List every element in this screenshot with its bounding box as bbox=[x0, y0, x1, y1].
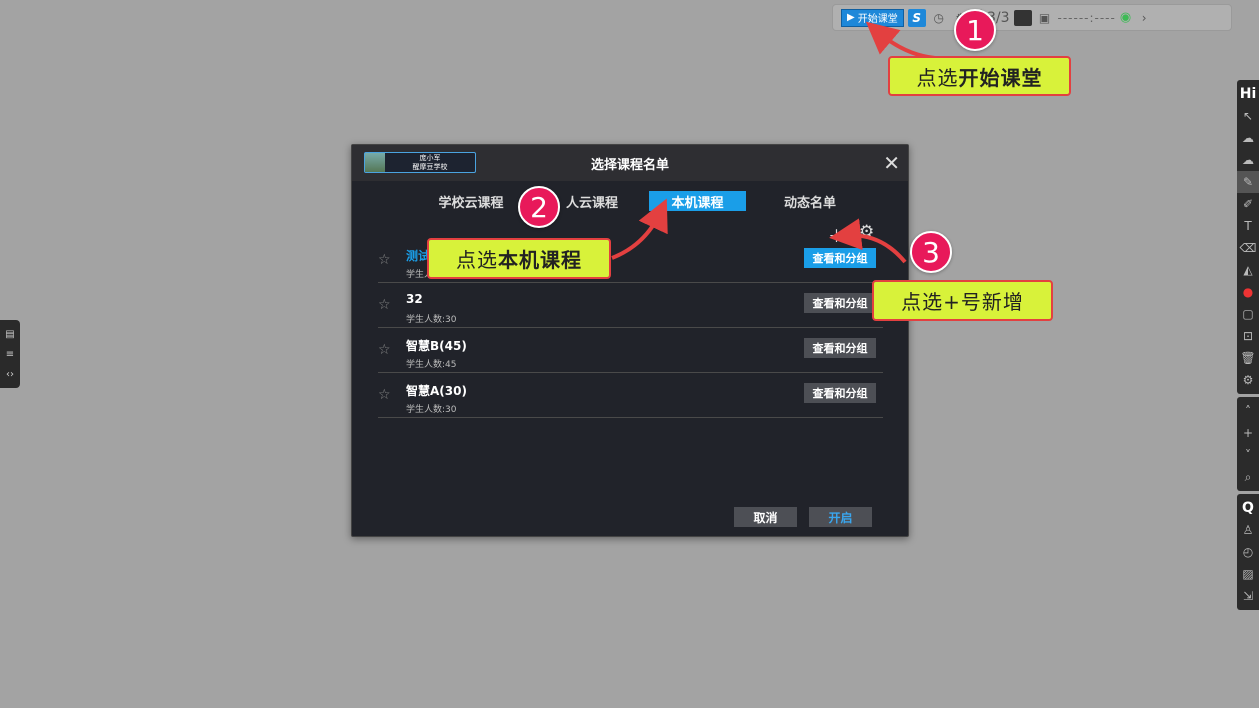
school-name: 庞小军 醒摩豆学校 bbox=[412, 153, 448, 171]
gear-icon[interactable]: ⚙ bbox=[1237, 369, 1259, 391]
callout-start-class: 点选 开始课堂 bbox=[888, 56, 1071, 96]
tab-local-course[interactable]: 本机课程 bbox=[649, 191, 746, 211]
star-icon[interactable]: ☆ bbox=[378, 252, 391, 268]
view-group-button[interactable]: 查看和分组 bbox=[804, 293, 876, 313]
fill-icon[interactable]: ◭ bbox=[1237, 259, 1259, 281]
school-picture bbox=[365, 153, 385, 172]
file-icon[interactable]: ▤ bbox=[5, 329, 14, 340]
user-icon[interactable]: ♙ bbox=[1237, 519, 1259, 541]
step-badge-3: 3 bbox=[910, 231, 952, 273]
callout-local-course: 点选 本机课程 bbox=[427, 238, 611, 279]
list-item[interactable]: ☆ 智慧B(45) 学生人数:45 查看和分组 bbox=[378, 328, 883, 373]
drawing-tools-group: Hi ↖ ☁ ☁ ✎ ✐ T ⌫ ◭ ● ▢ ⊡ 🗑 ⚙ bbox=[1237, 80, 1259, 394]
view-group-button[interactable]: 查看和分组 bbox=[804, 338, 876, 358]
qrcode-icon[interactable]: ▣ bbox=[1036, 9, 1054, 27]
step-badge-1: 1 bbox=[954, 9, 996, 51]
clock-icon[interactable]: ◷ bbox=[930, 9, 948, 27]
student-count: 学生人数:45 bbox=[406, 360, 457, 370]
cursor-icon[interactable]: ↖ bbox=[1237, 105, 1259, 127]
palette-icon[interactable]: ● bbox=[1237, 281, 1259, 303]
text-icon[interactable]: T bbox=[1237, 215, 1259, 237]
list-item[interactable]: ☆ 32 学生人数:30 查看和分组 bbox=[378, 283, 883, 328]
view-group-button[interactable]: 查看和分组 bbox=[804, 383, 876, 403]
time-display: ------:---- bbox=[1057, 10, 1116, 25]
chevron-down-icon[interactable]: ˅ bbox=[1237, 444, 1259, 466]
course-name: 32 bbox=[406, 292, 423, 306]
tab-dynamic-list[interactable]: 动态名单 bbox=[766, 191, 854, 211]
course-name: 智慧A(30) bbox=[406, 384, 467, 398]
student-count: 学生人数:30 bbox=[406, 315, 457, 325]
trash-icon[interactable]: 🗑 bbox=[1237, 347, 1259, 369]
list-icon[interactable]: ≡ bbox=[6, 349, 14, 360]
q-label[interactable]: Q bbox=[1237, 497, 1259, 519]
right-toolbar: Hi ↖ ☁ ☁ ✎ ✐ T ⌫ ◭ ● ▢ ⊡ 🗑 ⚙ ˄ + ˅ ⌕ Q ♙… bbox=[1237, 80, 1259, 630]
hi-label: Hi bbox=[1239, 86, 1257, 102]
stamp-icon[interactable]: ⊡ bbox=[1237, 325, 1259, 347]
marker-icon[interactable]: ✐ bbox=[1237, 193, 1259, 215]
dialog-header: 庞小军 醒摩豆学校 选择课程名单 ✕ bbox=[352, 145, 908, 181]
chevron-right-icon[interactable]: › bbox=[1135, 9, 1153, 27]
image-icon[interactable]: ▨ bbox=[1237, 563, 1259, 585]
course-tabs: 学校云课程 人云课程 本机课程 动态名单 bbox=[352, 191, 908, 213]
course-name: 智慧B(45) bbox=[406, 339, 467, 353]
close-icon[interactable]: ✕ bbox=[883, 151, 900, 175]
camera-icon[interactable] bbox=[1013, 9, 1032, 26]
cloud-outline-icon[interactable]: ☁ bbox=[1237, 149, 1259, 171]
left-side-panel[interactable]: ▤ ≡ ‹› bbox=[0, 320, 20, 388]
school-logo: 庞小军 醒摩豆学校 bbox=[364, 152, 476, 173]
s-app-icon[interactable]: S bbox=[907, 8, 926, 27]
cloud-icon[interactable]: ☁ bbox=[1237, 127, 1259, 149]
top-toolbar: ▶ 开始课堂 S ◷ ⚙ 🗋 3/3 ▣ ------:---- ◉ › bbox=[832, 4, 1232, 31]
signal-icon[interactable]: ◉ bbox=[1120, 10, 1131, 25]
start-class-label: 开始课堂 bbox=[857, 14, 898, 25]
course-select-dialog: 庞小军 醒摩豆学校 选择课程名单 ✕ 学校云课程 人云课程 本机课程 动态名单 … bbox=[351, 144, 909, 537]
view-group-button[interactable]: 查看和分组 bbox=[804, 248, 876, 268]
step-badge-2: 2 bbox=[518, 186, 560, 228]
arrow-1 bbox=[865, 21, 936, 60]
chevron-up-icon[interactable]: ˄ bbox=[1237, 400, 1259, 422]
pen-icon[interactable]: ✎ bbox=[1237, 171, 1259, 193]
list-item[interactable]: ☆ 智慧A(30) 学生人数:30 查看和分组 bbox=[378, 373, 883, 418]
play-icon: ▶ bbox=[847, 12, 855, 23]
zoom-icon[interactable]: ⌕ bbox=[1237, 466, 1259, 488]
open-button[interactable]: 开启 bbox=[809, 507, 872, 527]
code-icon[interactable]: ‹› bbox=[6, 369, 14, 380]
star-icon[interactable]: ☆ bbox=[378, 387, 391, 403]
star-icon[interactable]: ☆ bbox=[378, 342, 391, 358]
eraser-icon[interactable]: ⌫ bbox=[1237, 237, 1259, 259]
tab-personal-cloud[interactable]: 人云课程 bbox=[556, 191, 628, 211]
student-count: 学生人数:30 bbox=[406, 405, 457, 415]
dialog-title: 选择课程名单 bbox=[590, 157, 669, 173]
page-tools-group: ˄ + ˅ ⌕ bbox=[1237, 397, 1259, 491]
start-class-button[interactable]: ▶ 开始课堂 bbox=[841, 8, 904, 27]
cancel-button[interactable]: 取消 bbox=[734, 507, 797, 527]
export-icon[interactable]: ⇲ bbox=[1237, 585, 1259, 607]
tab-school-cloud[interactable]: 学校云课程 bbox=[424, 191, 518, 211]
callout-add-new: 点选+号新增 bbox=[872, 280, 1053, 321]
plus-icon[interactable]: + bbox=[1237, 422, 1259, 444]
screen-icon[interactable]: ▢ bbox=[1237, 303, 1259, 325]
star-icon[interactable]: ☆ bbox=[378, 297, 391, 313]
timer-icon[interactable]: ◴ bbox=[1237, 541, 1259, 563]
class-tools-group: Q ♙ ◴ ▨ ⇲ bbox=[1237, 494, 1259, 610]
